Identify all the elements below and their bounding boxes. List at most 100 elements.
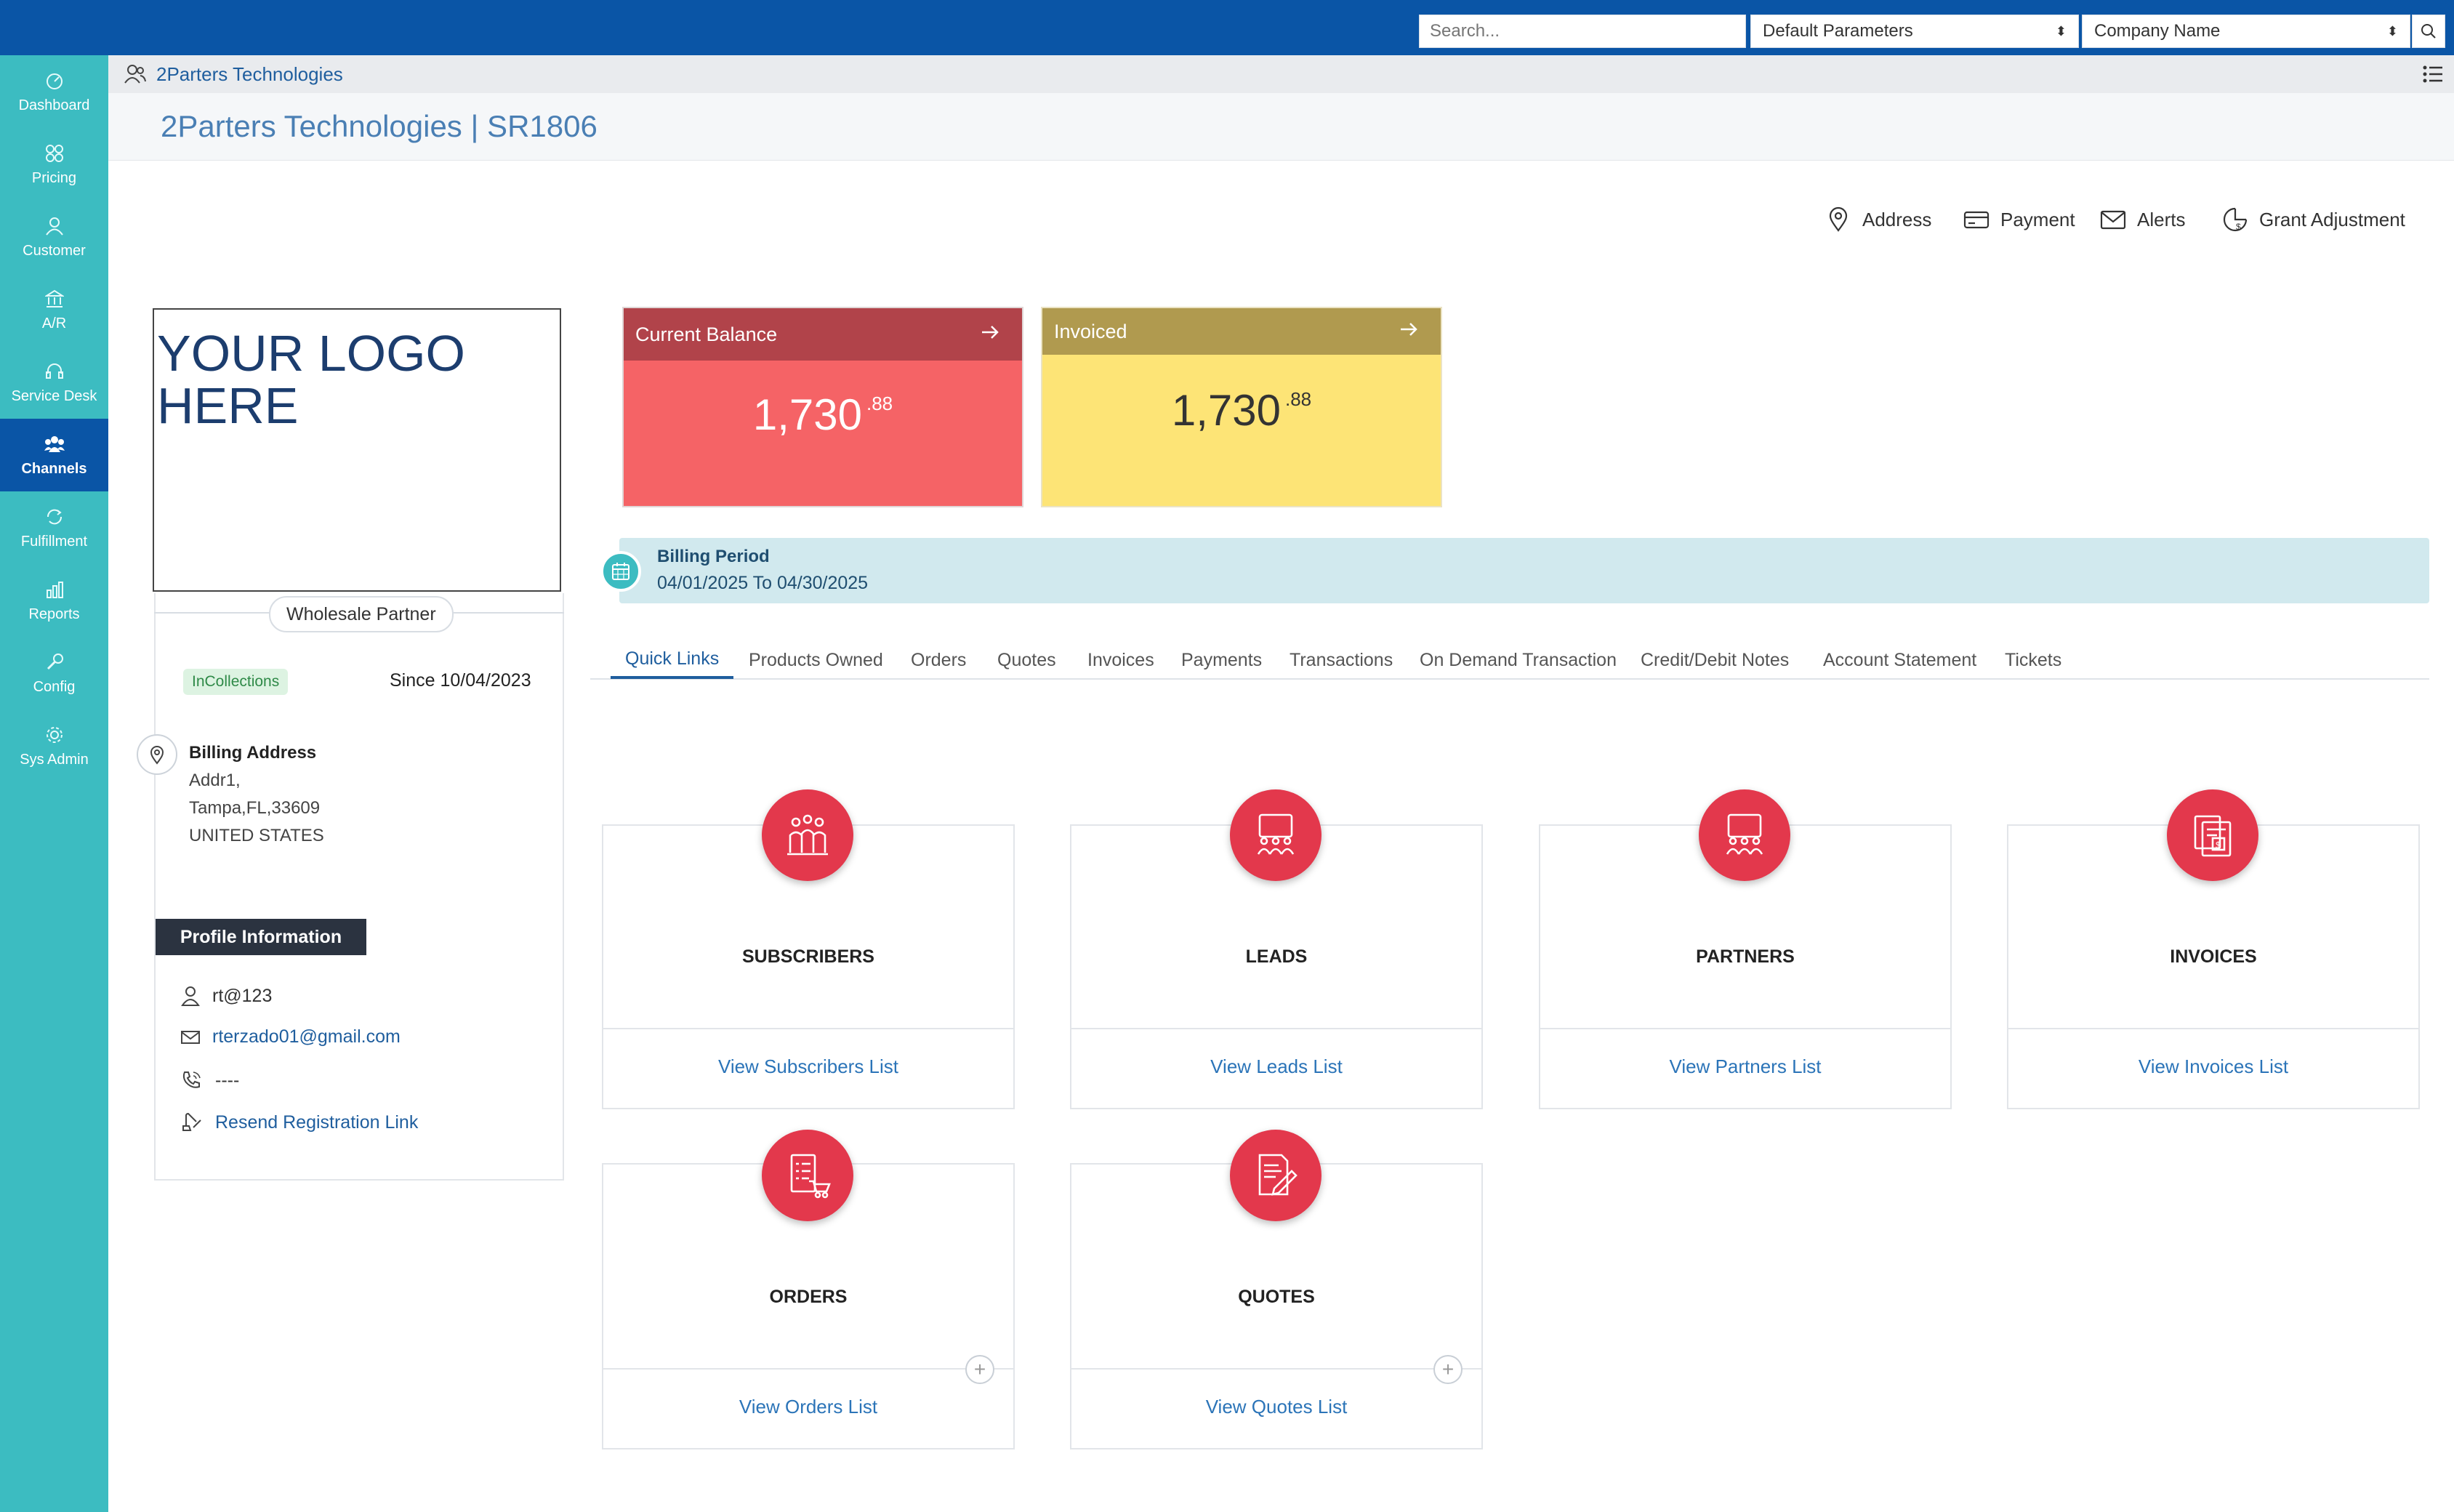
phone-value: ---- [215, 1069, 240, 1090]
alerts-action[interactable]: Alerts [2099, 205, 2185, 234]
company-select[interactable]: Company Name ⬍ [2082, 15, 2410, 48]
sidebar-item-label: Sys Admin [20, 751, 89, 768]
customer-icon [44, 215, 65, 237]
leads-icon[interactable] [1230, 789, 1321, 881]
logo-placeholder-text: YOUR LOGO HERE [157, 327, 465, 432]
svg-text:$: $ [2216, 840, 2221, 850]
sidebar: Dashboard Pricing Customer A/R Service D… [0, 55, 108, 1512]
sidebar-item-reports[interactable]: Reports [0, 564, 108, 637]
view-quotes-link[interactable]: View Quotes List [1071, 1396, 1481, 1418]
breadcrumb-link[interactable]: 2Parters Technologies [156, 63, 343, 86]
current-balance-header: Current Balance [624, 308, 1022, 361]
tab-tickets[interactable]: Tickets [2005, 641, 2061, 679]
title-bar: 2Parters Technologies | SR1806 [108, 93, 2454, 161]
sidebar-item-label: Reports [28, 606, 80, 622]
search-button[interactable] [2412, 15, 2445, 48]
billing-period-label: Billing Period [657, 547, 770, 566]
resend-registration-link[interactable]: Resend Registration Link [180, 1108, 418, 1137]
email-row[interactable]: rterzado01@gmail.com [180, 1022, 401, 1051]
location-pin-icon [1829, 206, 1848, 232]
svg-text:$: $ [2236, 222, 2241, 232]
view-orders-link[interactable]: View Orders List [603, 1396, 1013, 1418]
sidebar-item-config[interactable]: Config [0, 637, 108, 709]
tab-account-statement[interactable]: Account Statement [1823, 641, 1976, 679]
sidebar-item-label: Service Desk [11, 387, 97, 404]
headset-icon [44, 361, 65, 382]
quotes-icon[interactable] [1230, 1130, 1321, 1221]
bank-icon [44, 288, 65, 310]
sidebar-item-customer[interactable]: Customer [0, 201, 108, 273]
parameters-select-value: Default Parameters [1763, 21, 1913, 41]
card-title: SUBSCRIBERS [742, 946, 874, 967]
address-action[interactable]: Address [1825, 205, 1931, 234]
grant-adjustment-label: Grant Adjustment [2259, 208, 2405, 230]
tab-quick-links[interactable]: Quick Links [611, 641, 734, 679]
page-title: 2Parters Technologies | SR1806 [161, 109, 598, 143]
partners-icon[interactable] [1699, 789, 1790, 881]
gear-icon [44, 724, 65, 746]
billing-address-heading: Billing Address [189, 743, 317, 763]
card-title: INVOICES [2170, 946, 2257, 967]
subscribers-icon[interactable] [762, 789, 853, 881]
view-leads-link[interactable]: View Leads List [1071, 1055, 1481, 1078]
arrow-right-icon[interactable] [980, 323, 1000, 346]
tab-orders[interactable]: Orders [911, 641, 966, 679]
sidebar-item-label: Dashboard [18, 97, 90, 113]
list-menu-icon[interactable] [2422, 64, 2444, 84]
tab-quotes[interactable]: Quotes [997, 641, 1056, 679]
envelope-icon [2100, 210, 2126, 230]
orders-icon[interactable] [762, 1130, 853, 1221]
users-icon [124, 63, 148, 86]
credit-card-icon [1963, 211, 1990, 229]
invoiced-label: Invoiced [1054, 320, 1127, 342]
billing-period-range: 04/01/2025 To 04/30/2025 [657, 573, 869, 593]
select-arrows-icon: ⬍ [2055, 24, 2067, 39]
address-action-label: Address [1862, 208, 1932, 230]
sidebar-item-service-desk[interactable]: Service Desk [0, 346, 108, 419]
card-title: PARTNERS [1696, 946, 1795, 967]
resend-link-label[interactable]: Resend Registration Link [215, 1112, 418, 1133]
sidebar-item-channels[interactable]: Channels [0, 419, 108, 491]
tab-products-owned[interactable]: Products Owned [749, 641, 883, 679]
add-quote-button[interactable]: + [1433, 1355, 1463, 1384]
search-input[interactable] [1419, 15, 1746, 48]
invoices-icon[interactable]: $ [2167, 789, 2258, 881]
phone-row: ---- [180, 1066, 239, 1095]
phone-icon [182, 1071, 201, 1088]
invoiced-cents: .88 [1285, 388, 1312, 410]
address-line: Addr1, [189, 771, 241, 790]
pricing-icon [44, 142, 65, 164]
tab-credit-debit-notes[interactable]: Credit/Debit Notes [1641, 641, 1789, 679]
card-title: ORDERS [769, 1287, 848, 1307]
adjustment-icon: $ [2223, 207, 2248, 232]
tab-transactions[interactable]: Transactions [1290, 641, 1393, 679]
since-date: Since 10/04/2023 [390, 670, 531, 691]
sidebar-item-sys-admin[interactable]: Sys Admin [0, 709, 108, 782]
current-balance-value: 1,730.88 [624, 390, 1022, 440]
resend-link-icon [182, 1112, 201, 1131]
arrow-right-icon[interactable] [1399, 321, 1419, 343]
tab-on-demand-transaction[interactable]: On Demand Transaction [1420, 641, 1617, 679]
sidebar-item-dashboard[interactable]: Dashboard [0, 55, 108, 128]
payment-action[interactable]: Payment [1963, 205, 2075, 234]
sidebar-item-pricing[interactable]: Pricing [0, 128, 108, 201]
address-line: Tampa,FL,33609 [189, 798, 321, 818]
current-balance-card[interactable]: Current Balance 1,730.88 [622, 307, 1023, 507]
calendar-icon [600, 551, 641, 592]
sidebar-item-ar[interactable]: A/R [0, 273, 108, 346]
tab-payments[interactable]: Payments [1181, 641, 1262, 679]
sidebar-item-fulfillment[interactable]: Fulfillment [0, 491, 108, 564]
invoiced-card[interactable]: Invoiced 1,730.88 [1041, 307, 1442, 507]
email-value[interactable]: rterzado01@gmail.com [212, 1026, 401, 1047]
current-balance-label: Current Balance [635, 323, 778, 345]
view-subscribers-link[interactable]: View Subscribers List [603, 1055, 1013, 1078]
tab-invoices[interactable]: Invoices [1087, 641, 1154, 679]
view-partners-link[interactable]: View Partners List [1540, 1055, 1950, 1078]
add-order-button[interactable]: + [965, 1355, 994, 1384]
select-arrows-icon: ⬍ [2386, 24, 2398, 39]
view-invoices-link[interactable]: View Invoices List [2008, 1055, 2418, 1078]
grant-adjustment-action[interactable]: $ Grant Adjustment [2221, 205, 2405, 234]
parameters-select[interactable]: Default Parameters ⬍ [1750, 15, 2079, 48]
search-icon [2421, 24, 2436, 39]
logo-text-line: YOUR LOGO [157, 325, 465, 382]
